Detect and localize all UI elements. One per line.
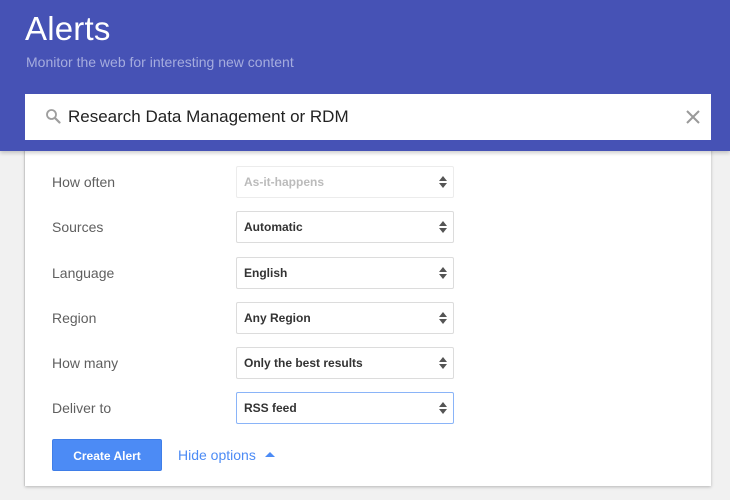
search-input[interactable] (68, 94, 668, 140)
region-select[interactable]: Any Region (236, 302, 454, 334)
option-row-deliver-to: Deliver to RSS feed (25, 392, 711, 424)
sources-select[interactable]: Automatic (236, 211, 454, 243)
language-select[interactable]: English (236, 257, 454, 289)
hide-options-label: Hide options (178, 447, 256, 463)
option-row-region: Region Any Region (25, 302, 711, 334)
option-row-language: Language English (25, 257, 711, 289)
how-many-select[interactable]: Only the best results (236, 347, 454, 379)
page-title: Alerts (25, 10, 111, 47)
search-icon (46, 109, 61, 124)
updown-arrows-icon (439, 176, 447, 188)
option-label: How many (52, 355, 119, 371)
header: Alerts Monitor the web for interesting n… (0, 0, 730, 151)
hide-options-link[interactable]: Hide options (178, 439, 275, 471)
select-value: Only the best results (244, 356, 363, 370)
how-often-select[interactable]: As-it-happens (236, 166, 454, 198)
option-label: Deliver to (52, 400, 112, 416)
option-row-how-many: How many Only the best results (25, 347, 711, 379)
updown-arrows-icon (439, 402, 447, 414)
updown-arrows-icon (439, 221, 447, 233)
updown-arrows-icon (439, 357, 447, 369)
caret-up-icon (264, 452, 275, 458)
option-label: Language (52, 265, 115, 281)
close-icon[interactable] (685, 109, 701, 125)
updown-arrows-icon (439, 267, 447, 279)
create-alert-button[interactable]: Create Alert (52, 439, 162, 471)
option-label: Region (52, 310, 97, 326)
search-box (25, 94, 711, 140)
select-value: English (244, 266, 288, 280)
deliver-to-select[interactable]: RSS feed (236, 392, 454, 424)
select-value: Any Region (244, 311, 311, 325)
page-subtitle: Monitor the web for interesting new cont… (26, 54, 294, 70)
option-row-sources: Sources Automatic (25, 211, 711, 243)
option-row-how-often: How often As-it-happens (25, 166, 711, 198)
updown-arrows-icon (439, 312, 447, 324)
option-label: How often (52, 174, 116, 190)
option-label: Sources (52, 219, 104, 235)
select-value: RSS feed (244, 401, 297, 415)
select-value: As-it-happens (244, 175, 325, 189)
select-value: Automatic (244, 220, 303, 234)
options-card: How often As-it-happens Sources Automati… (25, 140, 711, 486)
